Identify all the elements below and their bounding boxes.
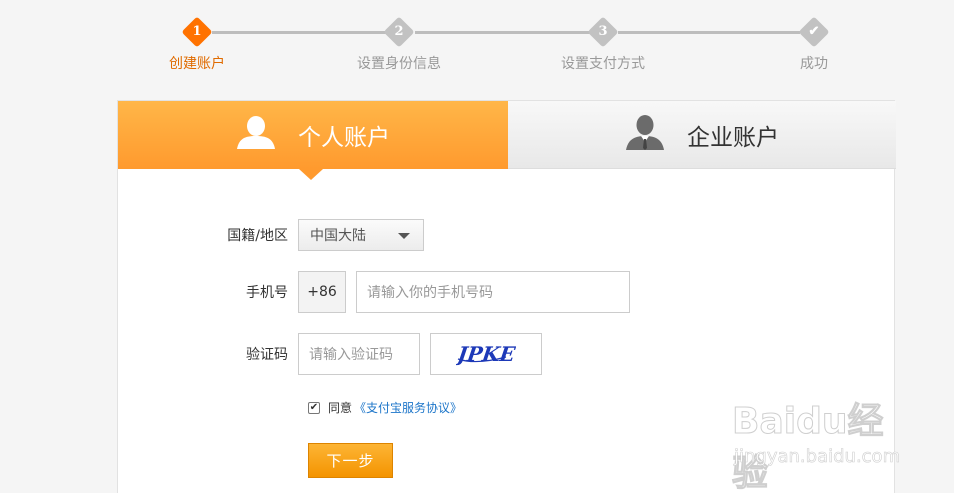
tab-personal-account[interactable]: 个人账户 xyxy=(118,101,508,169)
check-icon: ✔ xyxy=(808,24,820,39)
step-number: 2 xyxy=(394,24,404,39)
progress-steps: 1 创建账户 2 设置身份信息 3 设置支付方式 ✔ 成功 xyxy=(0,0,954,90)
account-type-tabs: 个人账户 企业账户 xyxy=(118,101,896,180)
baidu-jingyan-watermark: Baidu经验 jingyan.baidu.com xyxy=(732,392,912,493)
agree-text: 同意 xyxy=(328,401,353,415)
agreement-row: ✔ 同意 《支付宝服务协议》 xyxy=(308,399,462,416)
phone-prefix: +86 xyxy=(298,271,346,313)
step-success: ✔ 成功 xyxy=(754,16,874,73)
next-row: 下一步 xyxy=(308,443,393,478)
active-tab-pointer xyxy=(299,169,323,180)
watermark-url: jingyan.baidu.com xyxy=(734,446,901,468)
nationality-row: 国籍/地区 中国大陆 xyxy=(118,219,424,251)
step-label: 创建账户 xyxy=(169,56,225,72)
step-label: 成功 xyxy=(800,56,828,72)
next-button[interactable]: 下一步 xyxy=(308,443,393,478)
agree-checkbox[interactable]: ✔ xyxy=(308,401,320,414)
step-label: 设置支付方式 xyxy=(561,56,645,72)
phone-label: 手机号 xyxy=(246,285,288,301)
step-number: 1 xyxy=(192,24,202,39)
captcha-text: JPKE xyxy=(456,342,516,366)
tab-personal-label: 个人账户 xyxy=(298,125,390,151)
captcha-row: 验证码 请输入验证码 JPKE xyxy=(118,333,542,375)
captcha-label: 验证码 xyxy=(246,347,288,363)
tab-business-account[interactable]: 企业账户 xyxy=(508,101,896,169)
service-agreement-link[interactable]: 《支付宝服务协议》 xyxy=(354,399,462,416)
step-create-account: 1 创建账户 xyxy=(137,16,257,73)
tab-business-label: 企业账户 xyxy=(687,124,779,151)
step-label: 设置身份信息 xyxy=(357,56,441,72)
nationality-value: 中国大陆 xyxy=(310,228,366,244)
nationality-select[interactable]: 中国大陆 xyxy=(298,219,424,251)
businessman-icon xyxy=(625,113,665,157)
phone-input[interactable]: 请输入你的手机号码 xyxy=(356,271,630,313)
watermark-brand: Baidu经验 xyxy=(732,401,884,493)
person-icon xyxy=(236,114,276,156)
step-payment: 3 设置支付方式 xyxy=(543,16,663,73)
step-number: 3 xyxy=(598,24,608,39)
captcha-image[interactable]: JPKE xyxy=(430,333,542,375)
nationality-label: 国籍/地区 xyxy=(227,228,288,244)
captcha-input[interactable]: 请输入验证码 xyxy=(298,333,420,375)
caret-down-icon xyxy=(398,233,410,239)
step-identity: 2 设置身份信息 xyxy=(339,16,459,73)
phone-row: 手机号 +86 请输入你的手机号码 xyxy=(118,271,630,313)
